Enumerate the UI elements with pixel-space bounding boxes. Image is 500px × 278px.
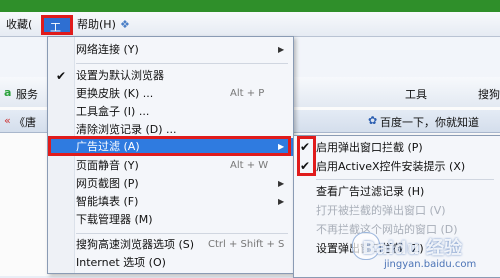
menu-favorites[interactable]: 收藏(	[4, 17, 34, 33]
chevron-right-icon: ▶	[278, 197, 285, 206]
submenu-item-activex-prompt[interactable]: ✔ 启用ActiveX控件安装提示 (X)	[294, 157, 500, 176]
menu-divider	[76, 233, 288, 234]
tab-1[interactable]: 《唐	[14, 114, 36, 130]
menu-divider	[316, 179, 494, 180]
watermark-text: Baidu 经验	[362, 238, 463, 259]
submenu-item-popup-block[interactable]: ✔ 启用弹出窗口拦截 (P)	[294, 138, 500, 157]
menu-help[interactable]: 帮助(H)	[75, 17, 118, 33]
menu-item-download-manager[interactable]: 下载管理器 (M)	[48, 211, 293, 229]
menu-item-network[interactable]: 网络连接 (Y) ▶	[48, 41, 293, 59]
baidu-paw-icon: ✿	[368, 114, 378, 127]
tab-back-icon[interactable]: «	[4, 114, 11, 127]
submenu-item-open-blocked: 打开被拦截的弹出窗口 (V)	[316, 204, 446, 217]
search-button[interactable]: 搜狗	[478, 86, 500, 102]
menu-tools[interactable]: 工具(T)	[41, 15, 73, 74]
menu-item-skin[interactable]: 更换皮肤 (K) ... Alt + P	[48, 85, 293, 103]
menu-item-default-browser[interactable]: ✔ 设置为默认浏览器	[48, 67, 293, 85]
watermark-url: jingyan.baidu.com	[384, 259, 477, 270]
menu-item-mute[interactable]: 页面静音 (Y) Alt + W	[48, 157, 293, 175]
submenu-item-view-log[interactable]: 查看广告过滤记录 (H)	[294, 182, 500, 201]
service-icon: a	[4, 86, 12, 99]
menu-item-toolbox[interactable]: 工具盒子 (I) ...	[48, 103, 293, 121]
service-label[interactable]: 服务	[16, 86, 38, 102]
window-top-strip	[0, 0, 500, 12]
annotation-box-checkmarks	[297, 136, 316, 176]
chevron-right-icon: ▶	[278, 179, 285, 188]
menu-divider	[76, 63, 288, 64]
annotation-box-ad-filter	[48, 136, 291, 156]
menu-item-screenshot[interactable]: 网页截图 (P) ▶	[48, 175, 293, 193]
check-icon: ✔	[56, 69, 67, 83]
shirt-icon[interactable]: ❖	[118, 17, 132, 33]
tab-baidu[interactable]: 百度一下，你就知道	[380, 114, 479, 130]
menu-item-browser-options[interactable]: 搜狗高速浏览器选项 (S) Ctrl + Shift + S	[48, 236, 293, 254]
menu-item-internet-options[interactable]: Internet 选项 (O)	[48, 254, 293, 272]
menu-item-autofill[interactable]: 智能填表 (F) ▶	[48, 193, 293, 211]
tools-button[interactable]: 工具	[405, 86, 427, 102]
chevron-right-icon: ▶	[278, 45, 285, 54]
